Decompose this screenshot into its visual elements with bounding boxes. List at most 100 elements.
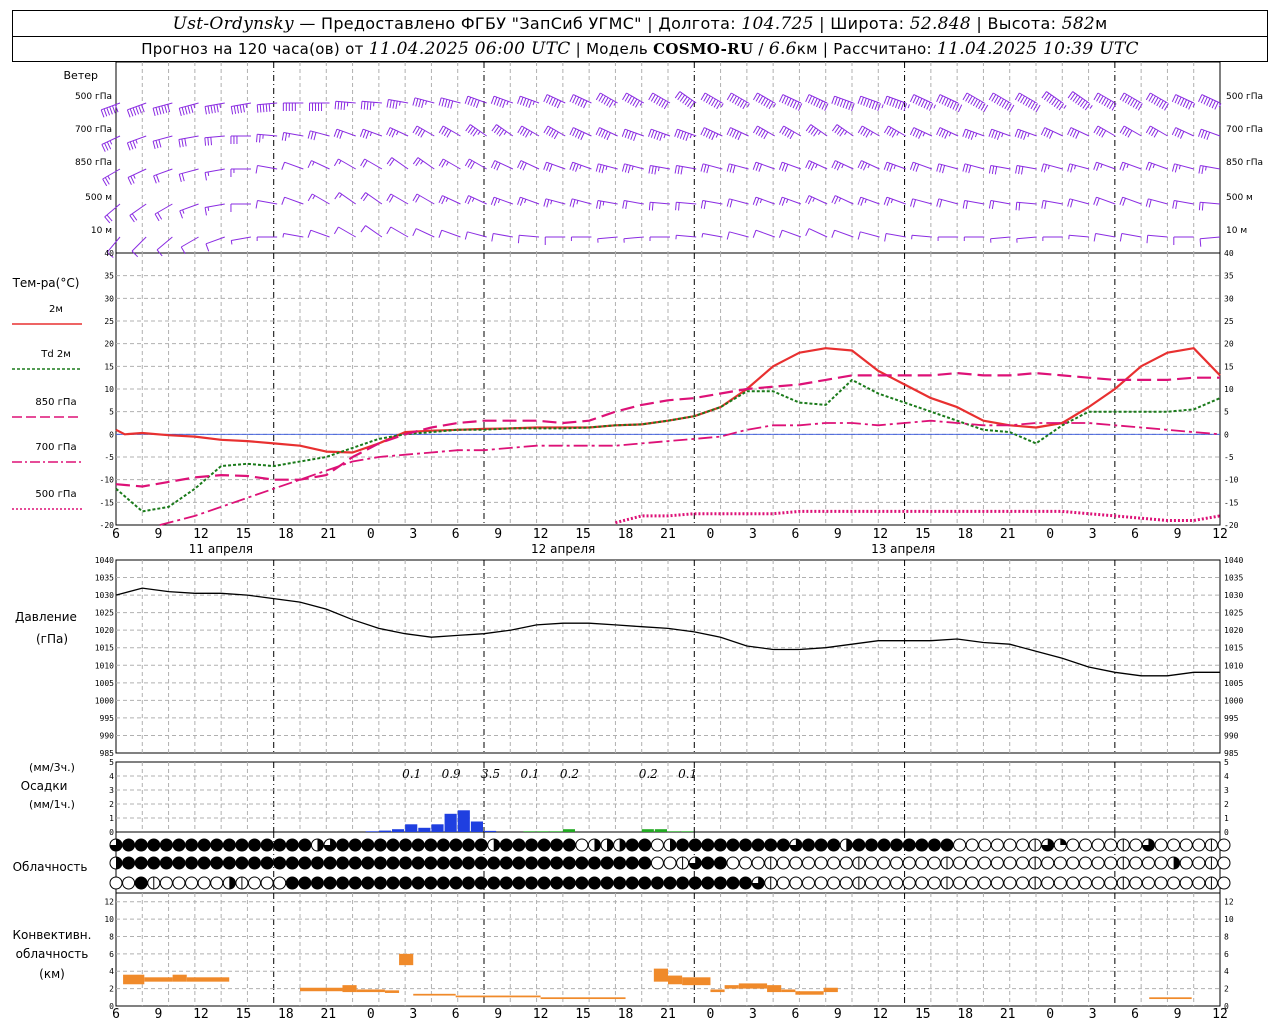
wind-barb [1119, 233, 1142, 242]
cloud-symbol-circle [399, 838, 413, 852]
cloud-symbol-circle [122, 876, 136, 890]
wind-barb-flag [805, 160, 810, 169]
wind-barb-flag [651, 202, 654, 211]
cloud-symbol [1053, 876, 1067, 890]
cloud-symbol [185, 838, 199, 852]
wind-barb-half [338, 160, 342, 165]
wind-barb-flag [204, 137, 207, 146]
wind-barb-flag [813, 98, 818, 106]
cloud-symbol [701, 838, 715, 852]
cloud-symbol [864, 838, 878, 852]
precipitation-bars: 0.1 0.9 3.5 0.1 0.2 0.2 0.1 [365, 767, 697, 832]
cloud-symbol-circle [676, 838, 690, 852]
wind-barb [990, 236, 1011, 243]
cloud-symbol [839, 856, 853, 870]
cloud-symbol [1053, 838, 1067, 852]
cloud-symbol-circle [1016, 856, 1030, 870]
prec-ytick-left: 3 [109, 786, 114, 795]
x-tick-label-bottom: 18 [618, 1007, 634, 1022]
wind-barb-flag [129, 141, 134, 150]
cloud-symbol-circle [147, 856, 161, 870]
wind-barb [491, 124, 514, 137]
wind-barb [674, 165, 697, 175]
wind-barb-flag [230, 106, 234, 115]
wind-barb-flag [233, 105, 237, 114]
cloud-symbol-circle [310, 876, 324, 890]
wind-barb-flag [755, 198, 760, 206]
wind-barb-flag [860, 127, 866, 135]
cloud-symbol [1217, 856, 1231, 870]
wind-barb-flag [1070, 199, 1074, 208]
x-tick-label-bottom: 21 [320, 1007, 336, 1022]
cloud-symbol [877, 856, 891, 870]
wind-barb-flag [207, 137, 210, 146]
wind-barb-flag [705, 129, 711, 138]
cloud-symbol-circle [273, 876, 287, 890]
wind-barb-flag [178, 108, 182, 117]
wind-barb [962, 92, 989, 113]
cloud-symbol-circle [361, 838, 375, 852]
cloud-symbol-circle [600, 876, 614, 890]
cloud-symbol [1179, 856, 1193, 870]
cloud-symbol-circle [1141, 876, 1155, 890]
wind-barb-flag [1067, 127, 1072, 136]
temp-ytick-left: 0 [109, 430, 114, 439]
cloud-symbol [1179, 876, 1193, 890]
x-tick-label-bottom: 12 [193, 1007, 209, 1022]
x-tick-label-temp: 12 [533, 527, 549, 542]
cloud-symbol-circle [713, 856, 727, 870]
wind-barb-flag [752, 161, 757, 170]
wind-barb-flag [467, 97, 472, 105]
wind-barb-flag [441, 196, 446, 205]
precip-3h-label: 0.2 [560, 767, 579, 781]
wind-barb-half [922, 132, 926, 137]
cloud-symbol [449, 856, 463, 870]
cloud-symbol-circle [537, 838, 551, 852]
wind-barb-flag [363, 101, 366, 110]
wind-barb [179, 203, 199, 219]
cloud-symbol-circle [499, 838, 513, 852]
wind-barb-flag [493, 97, 498, 105]
wind-barb-flag [857, 196, 862, 205]
wind-barb-half [870, 131, 874, 136]
wind-barb-flag [716, 101, 722, 110]
cloud-symbol-circle [1066, 876, 1080, 890]
cloud-symbol-circle [1041, 856, 1055, 870]
wind-barb-flag [845, 101, 850, 109]
cloud-symbol [109, 876, 123, 890]
wind-barb-flag [438, 229, 443, 238]
cloud-title: Облачность [13, 860, 88, 874]
wind-barb-flag [157, 212, 163, 220]
cloud-symbol [348, 856, 362, 870]
cloud-symbol [751, 838, 765, 852]
wind-barb [1067, 198, 1090, 208]
cloud-symbol-circle [739, 838, 753, 852]
wind-barb-flag [706, 165, 710, 174]
wind-barb-flag [836, 162, 842, 171]
pres-ytick-left: 1000 [95, 696, 114, 705]
wind-barb [464, 231, 487, 240]
wind-barb-flag [190, 104, 194, 113]
cloud-symbol [122, 876, 136, 890]
cloud-symbol-circle [1179, 856, 1193, 870]
wind-barb [857, 95, 884, 112]
cloud-symbol-circle [1141, 856, 1155, 870]
wind-barb-flag [1111, 103, 1117, 111]
temp-ytick-right: 5 [1224, 408, 1229, 417]
x-tick-label-bottom: 0 [1046, 1007, 1054, 1022]
wind-barb-flag [711, 132, 716, 141]
cloud-symbol [273, 856, 287, 870]
wind-barb-flag [778, 94, 784, 103]
wind-barb-flag [883, 95, 888, 104]
precip-3h-label: 3.5 [481, 767, 500, 781]
wind-barb-shaft [860, 196, 880, 205]
cloud-symbol-circle [449, 856, 463, 870]
wind-barb [988, 92, 1015, 113]
wind-barb [126, 135, 147, 151]
wind-barb [1198, 128, 1221, 140]
wind-barb [936, 94, 963, 113]
wind-barb [230, 236, 252, 245]
wind-barb-flag [179, 210, 183, 219]
wind-barb-flag [603, 131, 609, 139]
cloud-symbol [688, 876, 702, 890]
